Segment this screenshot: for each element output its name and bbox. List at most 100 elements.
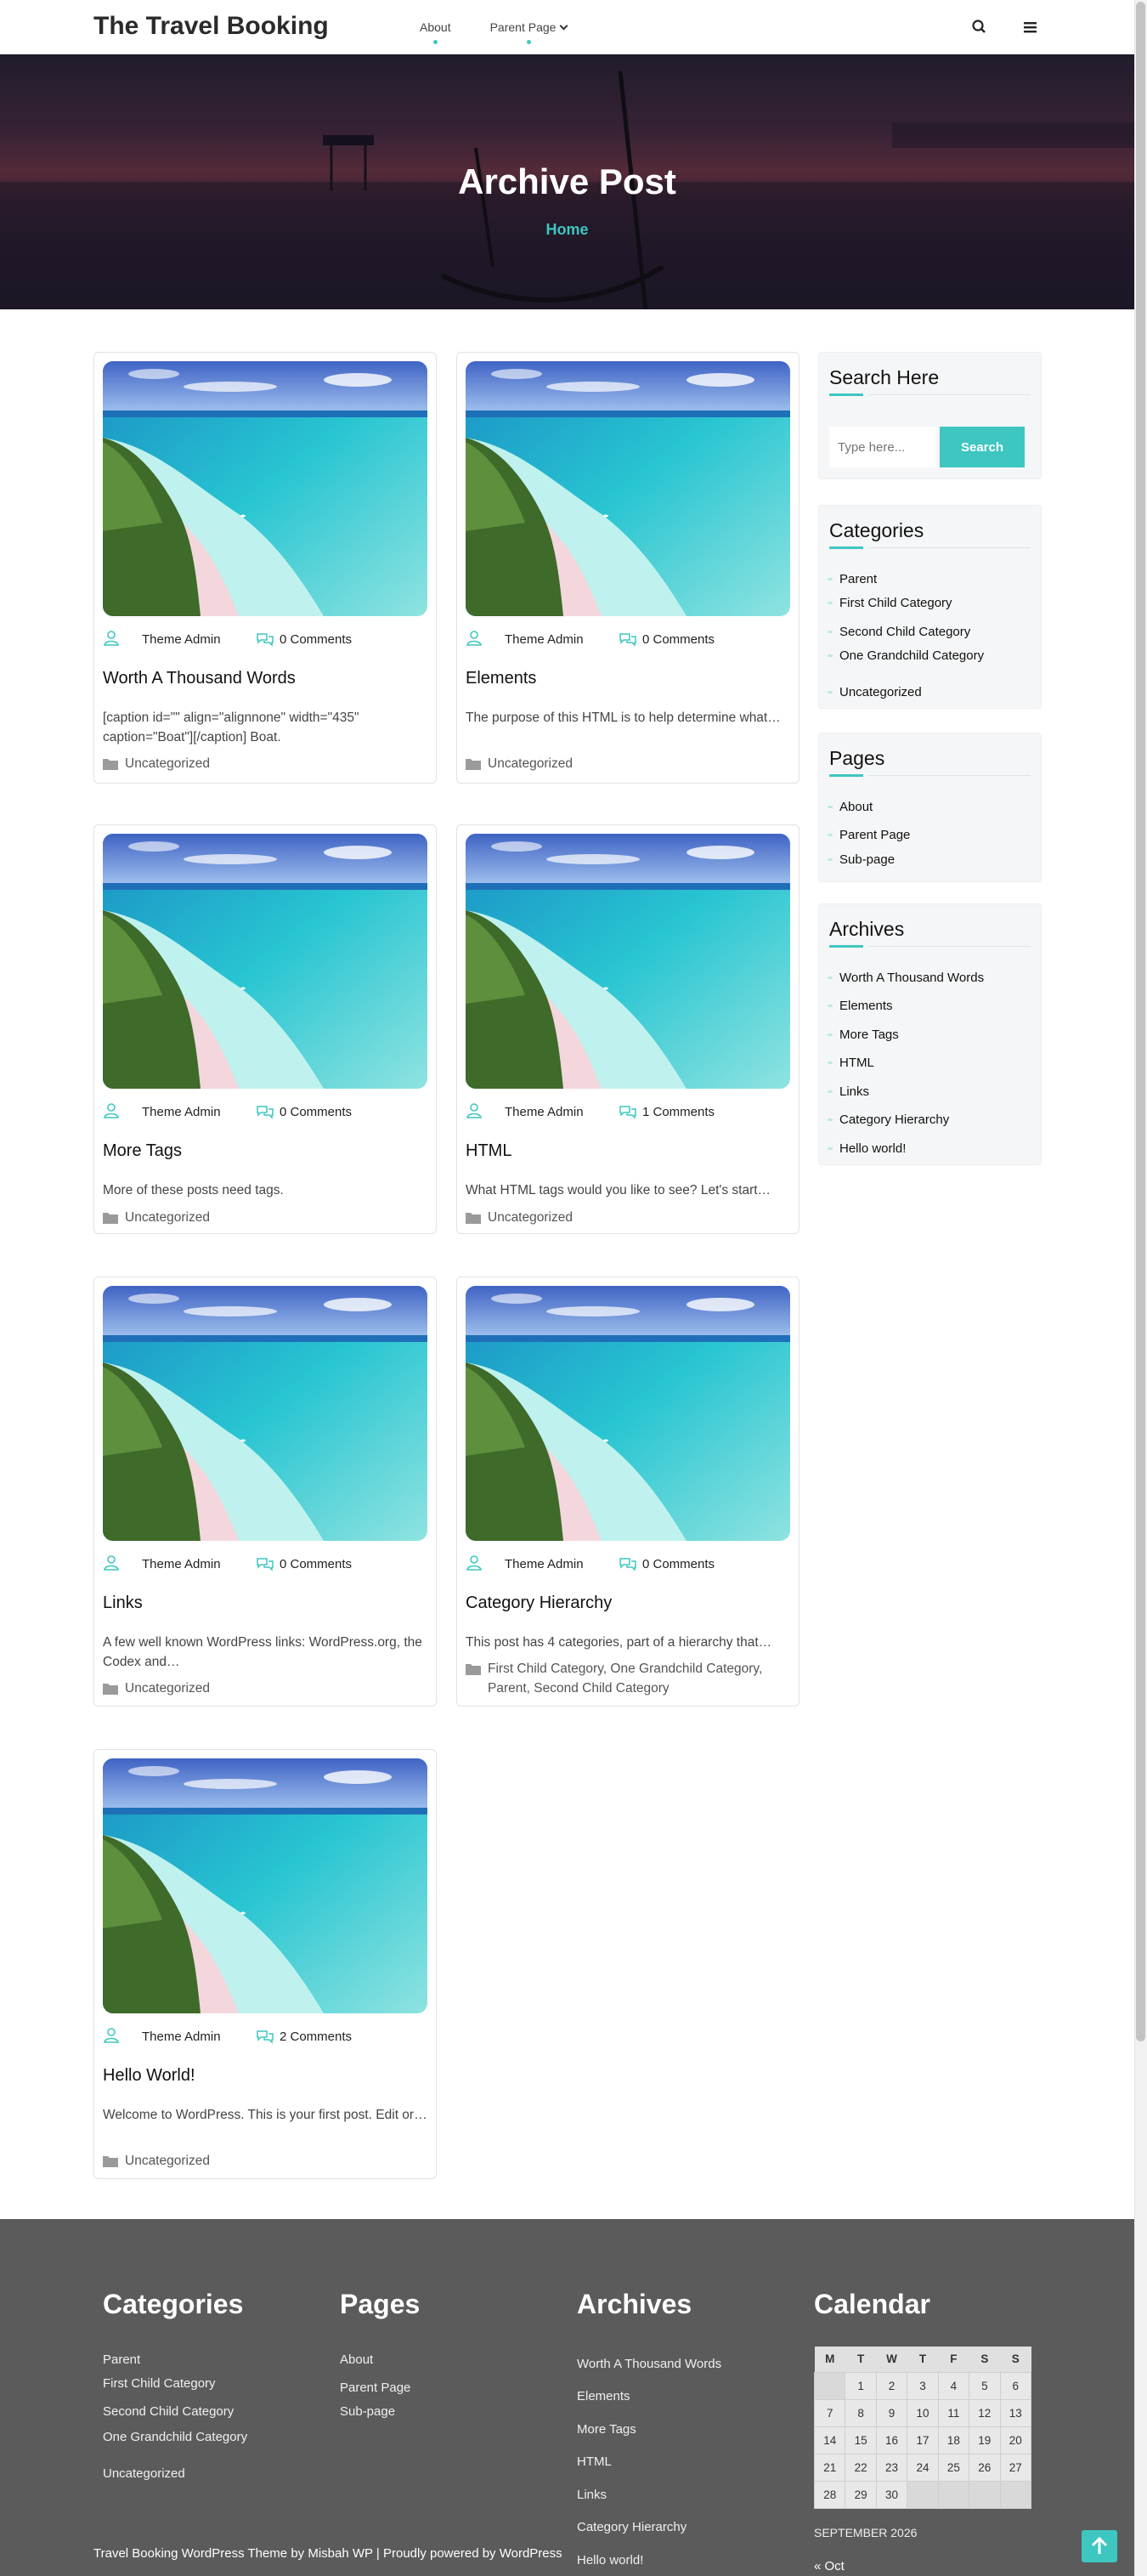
footer-category-link[interactable]: One Grandchild Category: [103, 2430, 247, 2444]
post-author[interactable]: Theme Admin: [505, 1557, 584, 1571]
footer-page-link[interactable]: Parent Page: [340, 2381, 410, 2395]
post-author[interactable]: Theme Admin: [142, 2030, 221, 2044]
footer-calendar-title: Calendar: [814, 2289, 930, 2319]
page-link[interactable]: Parent Page: [827, 828, 910, 842]
post-author[interactable]: Theme Admin: [505, 1105, 584, 1119]
category-link[interactable]: Uncategorized: [125, 2154, 210, 2168]
post-author[interactable]: Theme Admin: [142, 1557, 221, 1571]
calendar-day: 27: [999, 2453, 1032, 2482]
folder-icon: [103, 2155, 118, 2167]
post-thumbnail[interactable]: [103, 361, 427, 616]
scrollbar-thumb[interactable]: [1136, 2, 1145, 2041]
category-link[interactable]: Parent: [827, 572, 877, 586]
post-comments[interactable]: 0 Comments: [642, 632, 715, 647]
calendar-week-row: 28 29 30: [813, 2480, 1032, 2509]
search-icon[interactable]: [969, 17, 990, 37]
widget-title: Pages: [829, 747, 885, 769]
footer-page-link[interactable]: Sub-page: [340, 2404, 395, 2419]
post-card: Theme Admin 0 Comments Category Hierarch…: [456, 1277, 800, 1707]
back-to-top-button[interactable]: [1082, 2530, 1117, 2562]
calendar-day: 12: [969, 2398, 1001, 2427]
footer-archive-link[interactable]: More Tags: [577, 2422, 636, 2437]
category-link[interactable]: Uncategorized: [828, 685, 922, 699]
archive-link[interactable]: Elements: [828, 999, 893, 1013]
page-link[interactable]: About: [827, 800, 873, 814]
post-comments[interactable]: 2 Comments: [280, 2030, 352, 2044]
footer-archive-link[interactable]: Category Hierarchy: [577, 2520, 687, 2534]
post-card: Theme Admin 0 Comments Worth A Thousand …: [93, 352, 437, 784]
widget-divider: [868, 946, 1031, 947]
category-link[interactable]: Uncategorized: [125, 756, 210, 771]
footer-page-link[interactable]: About: [340, 2352, 373, 2367]
archive-link[interactable]: Worth A Thousand Words: [827, 971, 984, 985]
post-thumbnail[interactable]: [466, 1286, 790, 1541]
calendar-day: 5: [969, 2371, 1001, 2400]
post-comments[interactable]: 0 Comments: [280, 1105, 352, 1119]
footer-copyright[interactable]: Travel Booking WordPress Theme by Misbah…: [93, 2546, 562, 2561]
post-author[interactable]: Theme Admin: [505, 632, 584, 647]
post-title[interactable]: Links: [103, 1594, 143, 1613]
archive-link[interactable]: Links: [827, 1084, 869, 1099]
calendar-week-row: 21 22 23 24 25 26 27: [813, 2453, 1032, 2482]
nav-item-about[interactable]: About: [420, 20, 451, 44]
search-input[interactable]: [829, 427, 936, 467]
footer-archive-link[interactable]: Worth A Thousand Words: [577, 2357, 721, 2371]
page-link[interactable]: Sub-page: [827, 852, 895, 867]
nav-item-parent-page[interactable]: Parent Page: [490, 20, 568, 44]
post-thumbnail[interactable]: [103, 1286, 427, 1541]
archive-link[interactable]: HTML: [828, 1056, 874, 1070]
footer-category-link[interactable]: Second Child Category: [103, 2404, 234, 2419]
post-thumbnail[interactable]: [103, 834, 427, 1089]
post-author[interactable]: Theme Admin: [142, 632, 221, 647]
footer-category-link[interactable]: Uncategorized: [103, 2466, 185, 2481]
calendar-day: 30: [875, 2480, 908, 2509]
post-title[interactable]: Worth A Thousand Words: [103, 669, 296, 688]
calendar-week-row: 123456: [813, 2371, 1032, 2400]
footer-category-link[interactable]: Parent: [103, 2352, 140, 2367]
category-link[interactable]: First Child Category, One Grandchild Cat…: [488, 1662, 762, 1696]
site-logo[interactable]: The Travel Booking: [93, 12, 329, 41]
post-thumbnail[interactable]: [103, 1758, 427, 2013]
post-title[interactable]: Elements: [466, 669, 536, 688]
post-title[interactable]: Hello World!: [103, 2066, 195, 2086]
footer-category-link[interactable]: First Child Category: [103, 2376, 216, 2391]
calendar-empty-cell: [907, 2480, 939, 2509]
post-meta: Theme Admin 0 Comments: [103, 630, 427, 648]
category-link[interactable]: First Child Category: [828, 596, 952, 610]
post-categories: Uncategorized: [103, 1208, 427, 1227]
category-link[interactable]: Uncategorized: [488, 1210, 573, 1225]
post-thumbnail[interactable]: [466, 361, 790, 616]
post-categories: Uncategorized: [103, 754, 427, 773]
footer-archive-link[interactable]: HTML: [577, 2454, 612, 2469]
footer-archive-link[interactable]: Hello world!: [577, 2553, 643, 2568]
post-comments[interactable]: 0 Comments: [280, 632, 352, 647]
archive-link[interactable]: More Tags: [828, 1028, 899, 1042]
breadcrumb-home[interactable]: Home: [0, 221, 1134, 239]
category-link[interactable]: Uncategorized: [488, 756, 573, 771]
scrollbar[interactable]: [1134, 0, 1147, 2576]
archive-link[interactable]: Hello world!: [827, 1141, 906, 1156]
post-thumbnail[interactable]: [466, 834, 790, 1089]
category-link[interactable]: Uncategorized: [125, 1210, 210, 1225]
post-comments[interactable]: 1 Comments: [642, 1105, 715, 1119]
post-title[interactable]: HTML: [466, 1141, 511, 1161]
post-meta: Theme Admin 0 Comments: [466, 1554, 790, 1573]
post-title[interactable]: More Tags: [103, 1141, 182, 1161]
archive-link[interactable]: Category Hierarchy: [827, 1112, 949, 1127]
comments-icon: [256, 631, 274, 647]
weekday-label: S: [969, 2347, 1001, 2372]
footer-archive-link[interactable]: Elements: [577, 2389, 630, 2403]
search-button[interactable]: Search: [940, 427, 1025, 467]
category-link[interactable]: Second Child Category: [827, 625, 970, 639]
post-author[interactable]: Theme Admin: [142, 1105, 221, 1119]
category-link[interactable]: One Grandchild Category: [827, 648, 984, 663]
calendar-prev-link[interactable]: « Oct: [814, 2559, 845, 2573]
hamburger-menu-icon[interactable]: [1020, 17, 1041, 37]
post-title[interactable]: Category Hierarchy: [466, 1594, 612, 1613]
calendar-day: 28: [813, 2480, 846, 2509]
post-comments[interactable]: 0 Comments: [280, 1557, 352, 1571]
category-link[interactable]: Uncategorized: [125, 1681, 210, 1696]
footer-pages-title: Pages: [340, 2289, 421, 2319]
footer-archive-link[interactable]: Links: [577, 2488, 607, 2502]
post-comments[interactable]: 0 Comments: [642, 1557, 715, 1571]
